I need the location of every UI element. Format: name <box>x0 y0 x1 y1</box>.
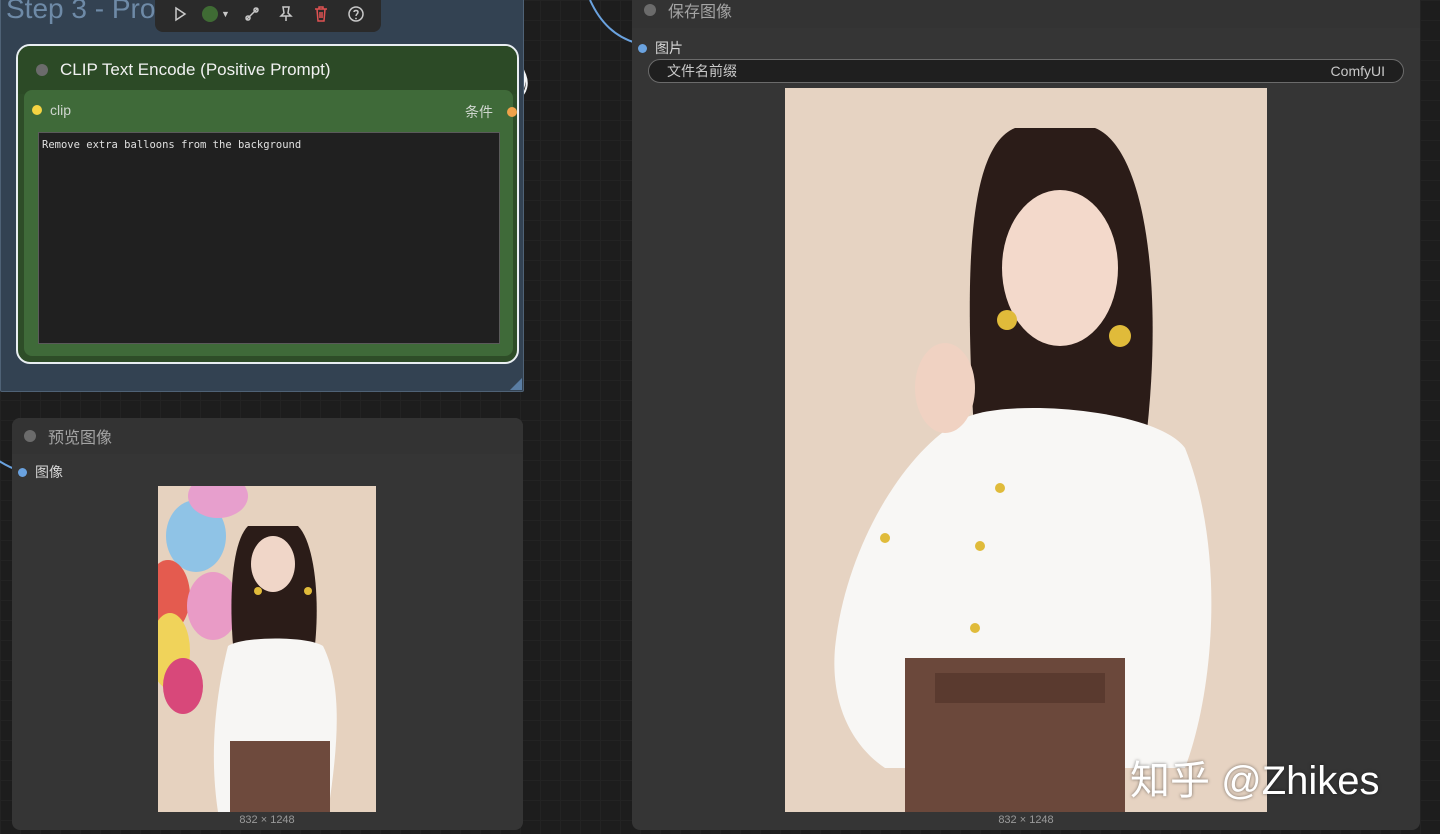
node-body: clip 条件 Remove extra balloons from the b… <box>24 90 517 356</box>
widget-value: ComfyUI <box>1330 63 1385 79</box>
image-size-label: 832 × 1248 <box>239 814 295 826</box>
node-title: 保存图像 <box>668 4 733 21</box>
node-toolbar: ▼ <box>155 0 381 32</box>
input-label: 图片 <box>655 40 683 56</box>
pin-icon[interactable] <box>273 1 299 27</box>
node-status-dot[interactable] <box>644 4 656 16</box>
color-swatch-icon <box>202 6 218 22</box>
trash-icon[interactable] <box>308 1 334 27</box>
input-slot-images[interactable]: 图片 <box>638 38 683 58</box>
clip-text-encode-node[interactable]: CLIP Text Encode (Positive Prompt) clip … <box>16 44 519 364</box>
node-status-dot[interactable] <box>36 64 48 76</box>
input-slot-image[interactable]: 图像 <box>18 462 63 482</box>
preview-image-node[interactable]: 预览图像 图像 832 × 1248 <box>12 418 523 830</box>
widget-label: 文件名前缀 <box>667 63 737 79</box>
bypass-icon[interactable] <box>239 1 265 27</box>
output-pin-icon[interactable] <box>507 107 517 117</box>
portrait-with-balloons-image <box>158 486 376 812</box>
node-status-dot[interactable] <box>24 430 36 442</box>
image-size-label: 832 × 1248 <box>998 814 1054 826</box>
node-title: CLIP Text Encode (Positive Prompt) <box>60 60 331 79</box>
play-icon[interactable] <box>167 1 193 27</box>
group-title[interactable]: Step 3 - Pro <box>6 0 155 25</box>
filename-prefix-widget[interactable]: 文件名前缀 ComfyUI <box>648 59 1404 83</box>
node-header[interactable]: 预览图像 <box>12 418 523 454</box>
help-icon[interactable] <box>343 1 369 27</box>
input-pin-icon[interactable] <box>18 467 27 477</box>
save-preview-image[interactable] <box>785 88 1267 812</box>
input-slot-clip[interactable]: clip <box>32 102 71 118</box>
color-picker-button[interactable]: ▼ <box>202 6 230 22</box>
node-header[interactable]: 保存图像 <box>632 0 1420 28</box>
input-pin-icon[interactable] <box>638 43 647 53</box>
output-label: 条件 <box>465 104 493 120</box>
prompt-textarea[interactable]: Remove extra balloons from the backgroun… <box>38 132 500 344</box>
group-resize-handle[interactable] <box>510 378 522 390</box>
input-pin-icon[interactable] <box>32 105 42 115</box>
preview-image[interactable] <box>158 486 376 812</box>
input-label: 图像 <box>35 464 63 480</box>
input-label: clip <box>50 102 72 118</box>
node-header[interactable]: CLIP Text Encode (Positive Prompt) <box>18 46 517 94</box>
chevron-down-icon: ▼ <box>221 9 230 19</box>
output-slot-conditioning[interactable]: 条件 <box>465 102 517 122</box>
node-title: 预览图像 <box>48 430 113 447</box>
watermark-text: 知乎 @Zhikes <box>1130 759 1380 803</box>
portrait-image <box>785 88 1267 812</box>
save-image-node[interactable]: 保存图像 图片 832 × 1248 <box>632 0 1420 830</box>
